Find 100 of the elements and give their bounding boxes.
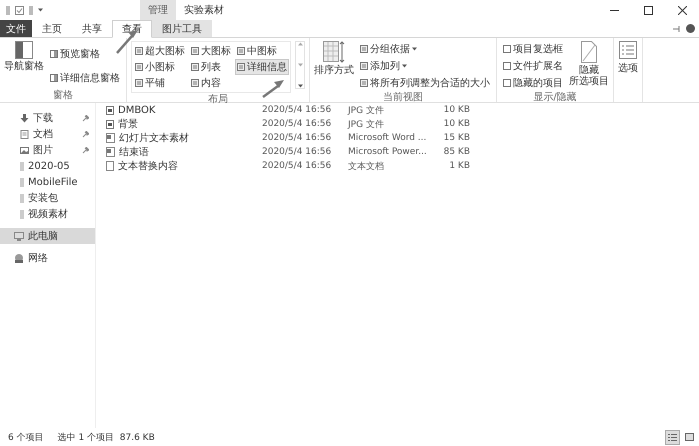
layout-option[interactable]: 列表 [189,59,233,75]
checkbox-option[interactable]: 项目复选框 [501,41,565,57]
thumbnail-icon [685,433,694,441]
computer-icon [14,232,24,240]
layout-option[interactable]: 详细信息 [235,59,289,75]
sidebar-item[interactable]: MobileFile [0,174,95,190]
view-icon [135,47,143,55]
layout-option[interactable]: 小图标 [133,59,187,75]
checkbox-option[interactable]: 文件扩展名 [501,58,565,74]
document-file-icon [106,147,115,157]
sort-icon [323,41,345,63]
file-size: 10 KB [442,119,470,129]
gallery-scroll-buttons[interactable] [295,41,305,89]
pin-icon [82,130,89,138]
options-icon [619,41,637,59]
file-type: JPG 文件 [348,104,385,116]
context-tab-header: 管理 [140,0,176,20]
document-icon [20,130,29,138]
file-size: 85 KB [442,147,470,157]
pane-icon [15,41,33,59]
close-icon [678,6,686,14]
view-icon [191,47,199,55]
file-size: 10 KB [442,105,470,115]
item-count: 6 个项目 [8,432,44,444]
file-name[interactable]: 背景 [106,117,262,131]
file-type: JPG 文件 [348,118,385,130]
file-date: 2020/5/4 16:56 [262,119,332,129]
view-icon [360,45,368,53]
checkbox-option[interactable]: 隐藏的项目 [501,75,565,91]
group-label: 窗格 [52,89,74,102]
layout-option[interactable]: 大图标 [189,43,233,59]
download-icon [20,114,29,122]
ribbon-tab[interactable]: 主页 [32,20,72,37]
group-label: 布局 [207,93,229,106]
file-date: 2020/5/4 16:56 [262,147,332,157]
file-type: Microsoft Word ... [348,133,428,143]
caret-icon [402,64,407,68]
pane-icon [50,74,58,82]
layout-option[interactable]: 中图标 [235,43,289,59]
view-icon [191,63,199,71]
pin-icon [82,114,89,122]
selection-info: 选中 1 个项目 87.6 KB [58,432,155,444]
view-button[interactable]: 将所有列调整为合适的大小 [358,75,492,91]
document-icon [581,41,597,63]
layout-option[interactable]: 内容 [189,75,233,91]
group-label: 当前视图 [382,91,424,104]
options-button[interactable]: 选项 [618,41,638,74]
sidebar-item[interactable]: 网络 [0,250,95,266]
properties-icon [15,6,24,14]
file-date: 2020/5/4 16:56 [262,105,332,115]
file-date: 2020/5/4 16:56 [262,133,332,143]
ribbon-tab[interactable]: 图片工具 [152,20,212,37]
file-name[interactable]: DMBOK [106,104,262,116]
checkbox[interactable] [503,79,511,87]
caret-icon [412,47,417,51]
pane-button[interactable]: 预览窗格 [48,46,122,62]
pane-icon [50,50,58,58]
view-icon [360,62,368,70]
annotation-arrow [262,80,284,98]
navigation-pane-button[interactable]: 导航窗格 [4,41,44,72]
sort-button[interactable]: 排序方式 [314,41,354,76]
view-icon [237,63,245,71]
list-icon [668,434,677,440]
view-button[interactable]: 添加列 [358,58,492,74]
sidebar-item[interactable]: 图片 [0,142,95,158]
maximize-icon [644,6,652,14]
caret-icon [38,8,43,12]
sidebar-item[interactable]: 文档 [0,126,95,142]
group-label: 显示/隐藏 [532,91,578,104]
pane-button[interactable]: 详细信息窗格 [48,70,122,86]
file-type: 文本文档 [348,160,385,172]
pin-icon [82,146,89,154]
sidebar-item[interactable]: 此电脑 [0,228,95,244]
text-file-icon [106,161,114,171]
sidebar-item[interactable]: 下载 [0,110,95,126]
file-name[interactable]: 结束语 [106,145,262,159]
layout-option[interactable]: 平铺 [133,75,187,91]
checkbox[interactable] [503,45,511,53]
ribbon-tab[interactable]: 文件 [0,20,32,37]
file-date: 2020/5/4 16:56 [262,161,332,171]
file-type: Microsoft Power... [348,147,428,157]
layout-option[interactable]: 超大图标 [133,43,187,59]
file-size: 15 KB [442,133,470,143]
sidebar-item[interactable]: 2020-05 [0,158,95,174]
view-icon [135,79,143,87]
view-button[interactable]: 分组依据 [358,41,492,57]
sidebar-item[interactable]: 安装包 [0,190,95,206]
view-icon [360,79,368,87]
file-name[interactable]: 幻灯片文本素材 [106,131,262,145]
pin-icon [673,26,682,32]
sidebar-item[interactable]: 视频素材 [0,206,95,222]
image-icon [20,146,29,154]
view-icon [237,47,245,55]
ribbon-tab[interactable]: 共享 [72,20,112,37]
hide-selected-button[interactable]: 隐藏 所选项目 [569,41,609,87]
file-name[interactable]: 文本替换内容 [106,159,262,173]
checkbox[interactable] [503,62,511,70]
view-icon [135,63,143,71]
window-title: 实验素材 [183,4,224,18]
details-view-button[interactable] [665,430,680,444]
